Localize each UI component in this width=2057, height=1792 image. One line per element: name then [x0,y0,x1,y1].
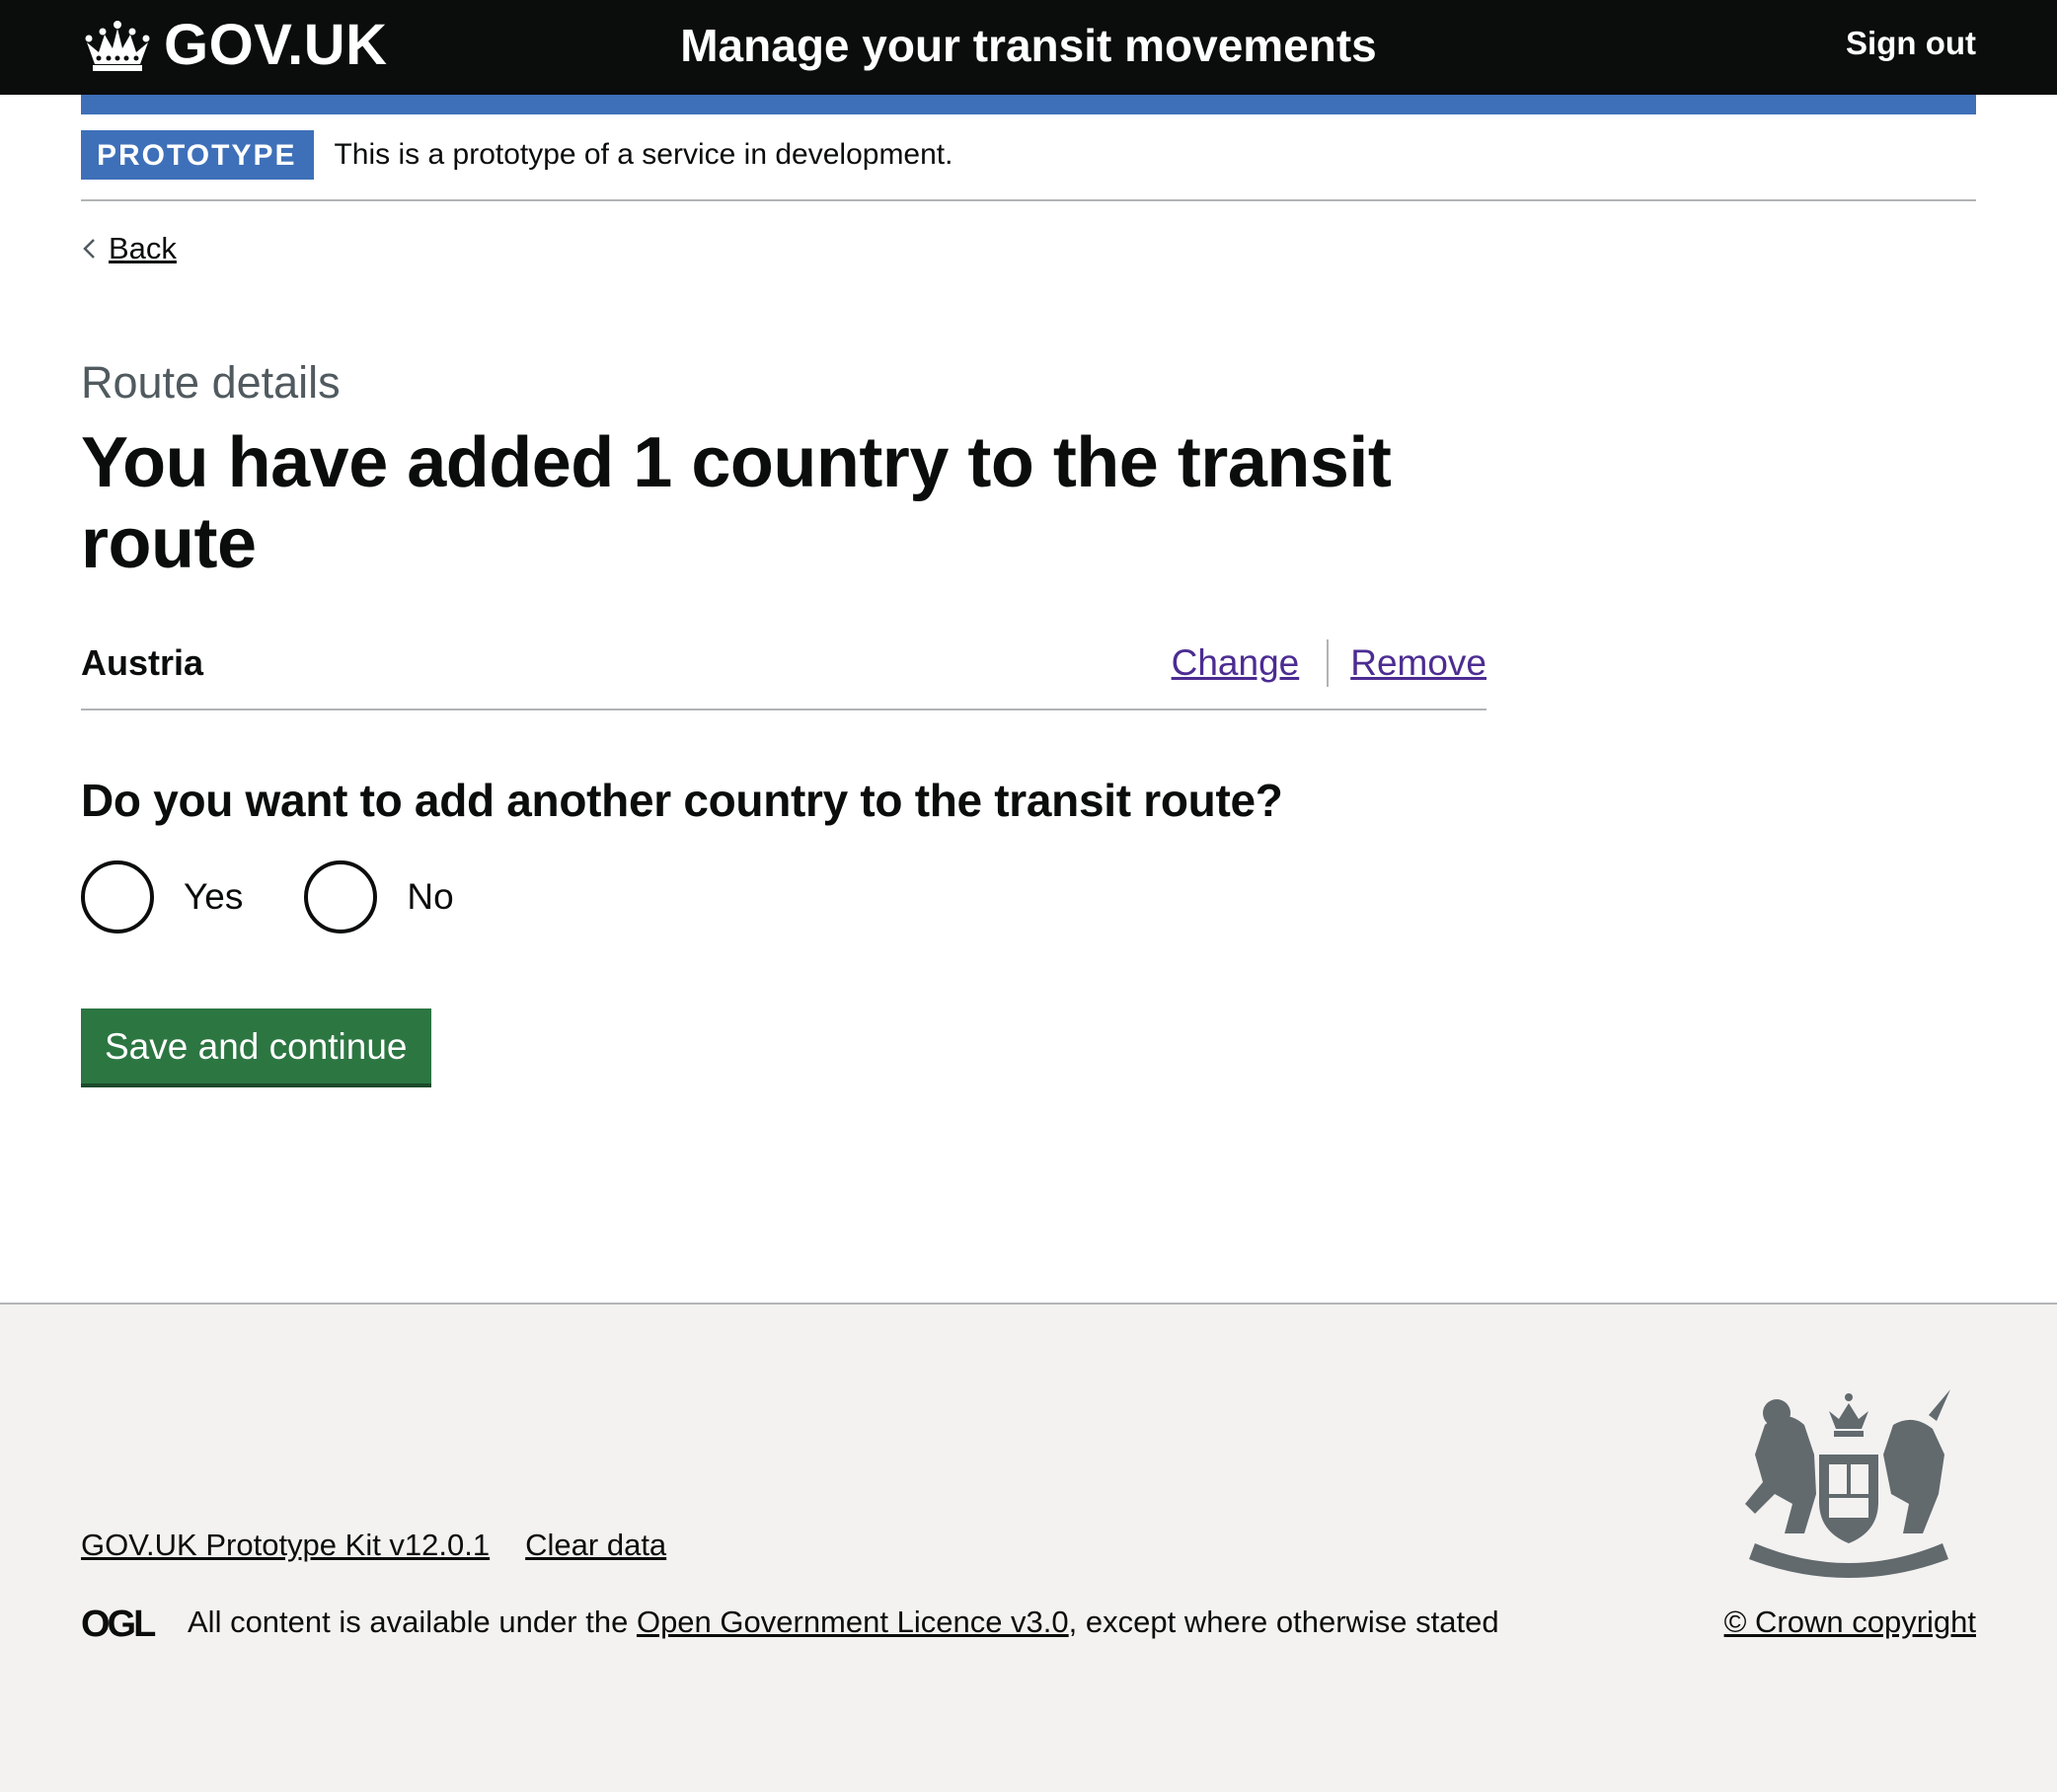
phase-banner-text: This is a prototype of a service in deve… [334,138,953,171]
licence-statement: OGL All content is available under the O… [81,1605,1499,1640]
page-caption: Route details [81,357,341,408]
crown-icon [85,21,150,71]
actions-divider [1327,639,1330,687]
radio-no-label[interactable]: No [407,876,453,918]
site-footer: GOV.UK Prototype Kit v12.0.1 Clear data … [0,1303,2057,1792]
footer-link-clear-data[interactable]: Clear data [525,1528,666,1563]
back-link[interactable]: Back [81,231,177,266]
row-actions: Change Remove [1172,639,1486,687]
licence-link[interactable]: Open Government Licence v3.0 [637,1605,1069,1640]
country-name: Austria [81,642,204,683]
licence-prefix: All content is available under the [188,1605,637,1639]
radio-yes-circle[interactable] [81,860,154,933]
radio-no[interactable]: No [304,860,454,933]
crown-copyright-link[interactable]: © Crown copyright [1724,1605,1976,1640]
change-link[interactable]: Change [1172,642,1300,684]
radio-yes-label[interactable]: Yes [184,876,243,918]
summary-row: Austria Change Remove [81,639,1486,710]
header-accent-bar [81,95,1976,114]
add-another-question: Do you want to add another country to th… [81,775,1283,826]
footer-links: GOV.UK Prototype Kit v12.0.1 Clear data [81,1528,702,1563]
radio-no-circle[interactable] [304,860,378,933]
phase-banner: PROTOTYPE This is a prototype of a servi… [81,114,1976,201]
site-header: GOV.UK Manage your transit movements Sig… [0,0,2057,95]
govuk-logo-text: GOV.UK [164,13,388,77]
ogl-logo-icon: OGL [81,1605,159,1640]
page-title: You have added 1 country to the transit … [81,423,1392,583]
phase-tag: PROTOTYPE [81,130,315,180]
licence-suffix: , except where otherwise stated [1068,1605,1499,1639]
svg-text:OGL: OGL [81,1605,156,1640]
footer-link-prototype-kit[interactable]: GOV.UK Prototype Kit v12.0.1 [81,1528,490,1563]
royal-coat-of-arms-icon [1745,1389,1950,1578]
back-link-label: Back [109,231,177,265]
govuk-logo-link[interactable]: GOV.UK [81,14,387,77]
remove-link[interactable]: Remove [1350,642,1486,684]
save-and-continue-button[interactable]: Save and continue [81,1008,431,1083]
chevron-left-icon [83,239,95,259]
radio-group: Yes No [81,860,2057,933]
sign-out-link[interactable]: Sign out [1846,22,1976,65]
service-name[interactable]: Manage your transit movements [680,20,1377,71]
radio-yes[interactable]: Yes [81,860,243,933]
